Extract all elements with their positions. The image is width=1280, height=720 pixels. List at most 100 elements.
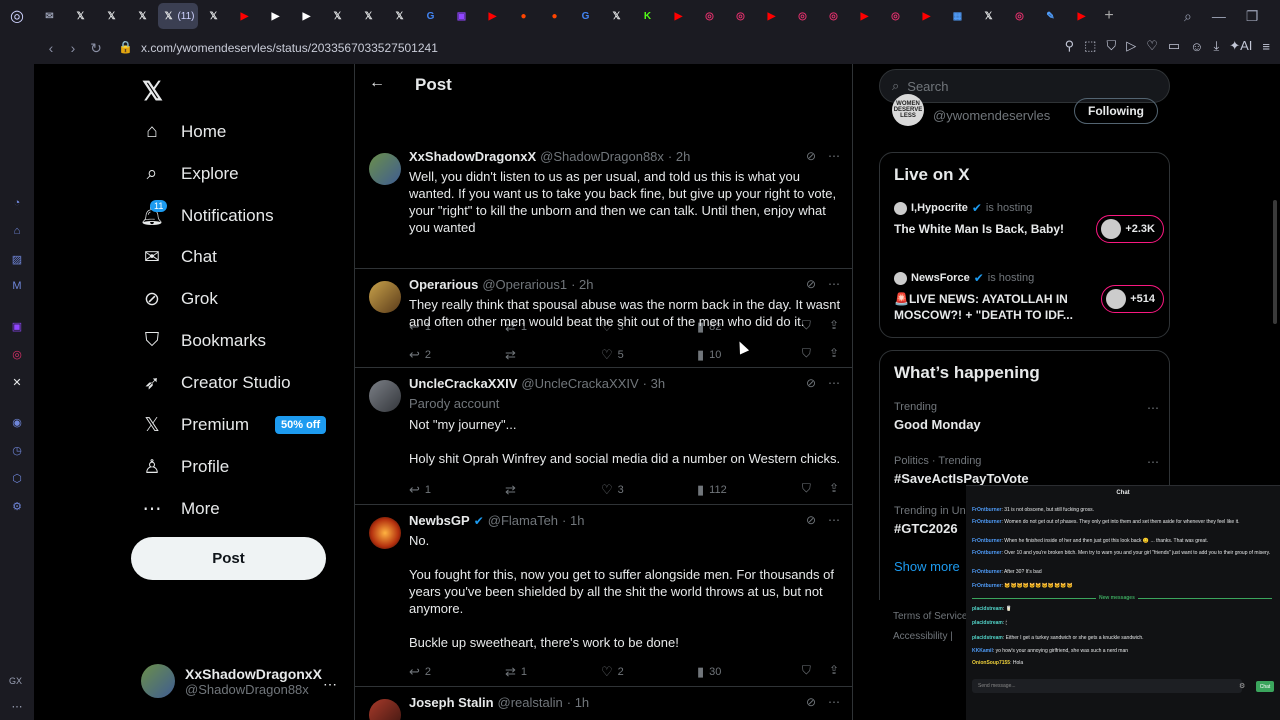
browser-tab[interactable]: 𝕏 [973,3,1004,29]
share-icon[interactable]: ⇪ [829,346,839,361]
reload-icon[interactable]: ↻ [85,40,107,57]
like-button[interactable]: ♡ 3 [601,481,697,499]
heart-icon[interactable]: ♡ [1146,38,1158,54]
share-icon[interactable]: ⇪ [829,481,839,496]
browser-tab[interactable]: ▶ [477,3,508,29]
browser-tab[interactable]: 𝕏 [65,3,96,29]
avatar[interactable] [369,699,401,720]
listener-count-badge[interactable]: +2.3K [1096,215,1164,243]
avatar[interactable] [369,153,401,185]
nav-item-explore[interactable]: ⌕ Explore [141,154,239,194]
account-more-icon[interactable]: ⋯ [323,676,337,693]
post-button[interactable]: Post [131,537,326,580]
tweet-time[interactable]: · 1h [567,695,589,710]
browser-tab[interactable]: ▶ [229,3,260,29]
nav-item-bookmarks[interactable]: ⛉ Bookmarks [141,321,266,361]
followed-handle[interactable]: @ywomendeservles [933,108,1050,123]
browser-tab[interactable]: ◎ [1004,3,1035,29]
shield-icon[interactable]: ⛉ [1106,38,1116,54]
author-handle[interactable]: @UncleCrackaXXIV [521,376,638,391]
aria-icon[interactable]: ◔ [10,197,24,211]
account-switcher[interactable]: XxShadowDragonxX @ShadowDragon88x [141,664,341,698]
notes-icon[interactable]: ▨ [10,253,24,267]
more-icon[interactable]: ⋯ [828,376,840,390]
forward-icon[interactable]: › [62,40,84,56]
pin-icon[interactable]: ⚲ [1065,38,1075,54]
tweet-time[interactable]: · 3h [643,376,665,391]
chat-username[interactable]: placidstream [972,620,1003,626]
author-handle[interactable]: @Operarious1 [482,277,567,292]
avatar[interactable] [369,281,401,313]
chat-input[interactable]: Send message... [972,679,1242,693]
tweet[interactable]: NewbsGP ✔ @FlamaTeh · 1h ⊘ ⋯ No. You fought fo… [355,505,852,687]
wallet-icon[interactable]: ▭ [1168,38,1180,54]
browser-tab[interactable]: 𝕏 [96,3,127,29]
browser-tab[interactable]: 𝕏 [353,3,384,29]
like-button[interactable]: ♡ 5 [601,346,697,364]
tweet[interactable]: XxShadowDragonxX @ShadowDragon88x · 2h ⊘ ⋯ We… [355,141,852,334]
browser-tab[interactable]: K [632,3,663,29]
grok-icon[interactable]: ⊘ [806,695,816,709]
bot-icon[interactable]: ⌂ [10,225,24,239]
author-name[interactable]: Joseph Stalin [409,695,494,710]
browser-tab[interactable]: ▶ [663,3,694,29]
twitch-icon[interactable]: ▣ [10,320,24,334]
chat-username[interactable]: FrOntburner [972,519,1001,525]
live-space-item[interactable]: NewsForce ✔ is hosting 🚨LIVE NEWS: AYATOLLA… [894,271,1164,323]
bookmark-icon[interactable]: ⛉ [802,663,811,678]
author-name[interactable]: Operarious [409,277,478,292]
browser-tab[interactable]: G [570,3,601,29]
gx-label[interactable]: GX [9,676,22,686]
account-avatar[interactable]: WOMEN DESERVE LESS [892,94,924,126]
browser-tab[interactable]: ◎ [725,3,756,29]
page-scrollbar[interactable] [1273,200,1277,324]
browser-tab[interactable]: ✉ [34,3,65,29]
avatar[interactable] [369,380,401,412]
nav-item-more[interactable]: ⋯ More [141,489,220,529]
ai-button[interactable]: ✦AI [1229,38,1252,54]
download-icon[interactable]: ⤓ [1213,38,1219,54]
author-handle[interactable]: @ShadowDragon88x [540,149,664,164]
settings-icon[interactable]: ⚙ [10,500,24,514]
new-tab-button[interactable]: + [1097,7,1121,25]
listener-count-badge[interactable]: +514 [1101,285,1164,313]
menu-icon[interactable]: ≡ [1262,39,1270,54]
rt-button[interactable]: ⇄ [505,481,601,499]
url-field[interactable]: x.com/ywomendeservles/status/20335670335… [141,41,438,55]
browser-tab[interactable]: ◎ [818,3,849,29]
tweet[interactable]: UncleCrackaXXIV @UncleCrackaXXIV · 3h ⊘ ⋯ Par… [355,368,852,505]
x-logo-icon[interactable]: 𝕏 [142,76,163,107]
chat-username[interactable]: FrOntburner [972,583,1001,589]
browser-tab[interactable]: ▶ [756,3,787,29]
grok-icon[interactable]: ⊘ [806,277,816,291]
bookmark-icon[interactable]: ⛉ [802,481,811,496]
browser-tab[interactable]: ◎ [694,3,725,29]
minimize-icon[interactable]: — [1212,8,1226,24]
x-icon[interactable]: ✕ [10,376,24,390]
player-icon[interactable]: ◉ [10,416,24,430]
browser-tab[interactable]: ▣ [446,3,477,29]
grok-icon[interactable]: ⊘ [806,376,816,390]
footer-link[interactable]: Accessibility | [893,627,967,647]
maximize-icon[interactable]: ❐ [1246,8,1259,25]
back-arrow-icon[interactable]: ← [369,74,385,92]
nav-item-home[interactable]: ⌂ Home [141,112,226,152]
rt-button[interactable]: ⇄ 1 [505,663,601,681]
browser-tab[interactable]: 𝕏 (11) [158,3,198,29]
extensions-icon[interactable]: ⬡ [10,472,24,486]
more-icon[interactable]: ⋯ [828,695,840,709]
grok-icon[interactable]: ⊘ [806,513,816,527]
nav-item-creator-studio[interactable]: ➶ Creator Studio [141,363,291,403]
chat-username[interactable]: KKKamil [972,648,993,654]
browser-tab[interactable]: G [415,3,446,29]
author-name[interactable]: UncleCrackaXXIV [409,376,517,391]
chat-username[interactable]: placidstream [972,606,1003,612]
browser-tab[interactable]: ● [508,3,539,29]
search-tabs-icon[interactable]: ⌕ [1184,8,1192,25]
browser-tab[interactable]: 𝕏 [127,3,158,29]
browser-tab[interactable]: ◎ [880,3,911,29]
play-icon[interactable]: ▷ [1126,38,1136,54]
browser-tab[interactable]: 𝕏 [384,3,415,29]
tweet-time[interactable]: · 2h [668,149,690,164]
live-space-item[interactable]: I,Hypocrite ✔ is hosting The White Man Is B… [894,201,1164,243]
